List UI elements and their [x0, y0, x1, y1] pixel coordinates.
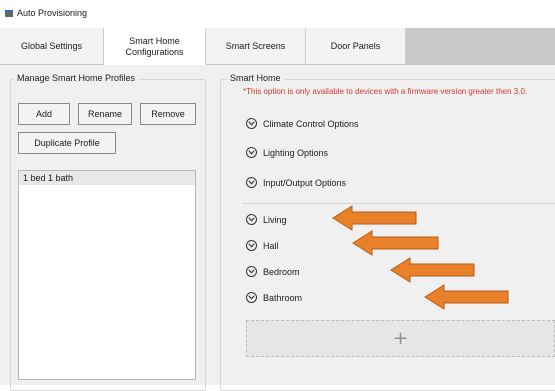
option-label: Climate Control Options: [263, 118, 359, 129]
option-label: Input/Output Options: [263, 177, 347, 188]
room-hall-toggle[interactable]: Hall: [246, 240, 279, 251]
climate-control-options-toggle[interactable]: Climate Control Options: [246, 118, 359, 129]
room-label: Bathroom: [263, 292, 303, 303]
chevron-down-icon: [246, 118, 257, 129]
tab-label: Smart Screens: [225, 40, 286, 51]
tab-label: Global Settings: [20, 40, 83, 51]
room-bedroom-toggle[interactable]: Bedroom: [246, 266, 300, 277]
room-label: Hall: [263, 240, 279, 251]
list-item[interactable]: 1 bed 1 bath: [19, 171, 195, 185]
chevron-down-icon: [246, 292, 257, 303]
chevron-down-icon: [246, 240, 257, 251]
annotation-arrow-icon: [332, 205, 417, 231]
title-bar: Auto Provisioning: [0, 0, 555, 28]
tab-label: Smart Home Configurations: [125, 35, 184, 57]
chevron-down-icon: [246, 214, 257, 225]
option-label: Lighting Options: [263, 147, 329, 158]
annotation-arrow-icon: [352, 230, 439, 256]
window-title: Auto Provisioning: [17, 8, 88, 18]
tab-label: Door Panels: [330, 40, 381, 51]
remove-button[interactable]: Remove: [140, 103, 196, 125]
input-output-options-toggle[interactable]: Input/Output Options: [246, 177, 346, 188]
tab-smart-screens[interactable]: Smart Screens: [206, 28, 306, 64]
room-living-toggle[interactable]: Living: [246, 214, 287, 225]
firmware-warning: *This option is only available to device…: [243, 87, 528, 96]
lighting-options-toggle[interactable]: Lighting Options: [246, 147, 328, 158]
profiles-group-title: Manage Smart Home Profiles: [14, 73, 139, 83]
chevron-down-icon: [246, 266, 257, 277]
duplicate-profile-button[interactable]: Duplicate Profile: [18, 132, 116, 154]
rename-button[interactable]: Rename: [78, 103, 132, 125]
chevron-down-icon: [246, 147, 257, 158]
tab-global-settings[interactable]: Global Settings: [0, 28, 104, 64]
plus-icon: +: [392, 328, 409, 349]
add-button[interactable]: Add: [18, 103, 70, 125]
annotation-arrow-icon: [424, 284, 509, 310]
room-bathroom-toggle[interactable]: Bathroom: [246, 292, 302, 303]
app-icon: [5, 10, 13, 17]
smart-home-group-title: Smart Home: [227, 73, 284, 83]
room-label: Bedroom: [263, 266, 300, 277]
annotation-arrow-icon: [390, 257, 475, 283]
room-label: Living: [263, 214, 287, 225]
add-room-button[interactable]: +: [246, 320, 555, 357]
chevron-down-icon: [246, 177, 257, 188]
tab-bar: Global Settings Smart Home Configuration…: [0, 28, 555, 66]
tab-door-panels[interactable]: Door Panels: [306, 28, 406, 64]
profiles-list[interactable]: 1 bed 1 bath: [18, 170, 196, 380]
tab-smart-home-configurations[interactable]: Smart Home Configurations: [104, 28, 206, 65]
